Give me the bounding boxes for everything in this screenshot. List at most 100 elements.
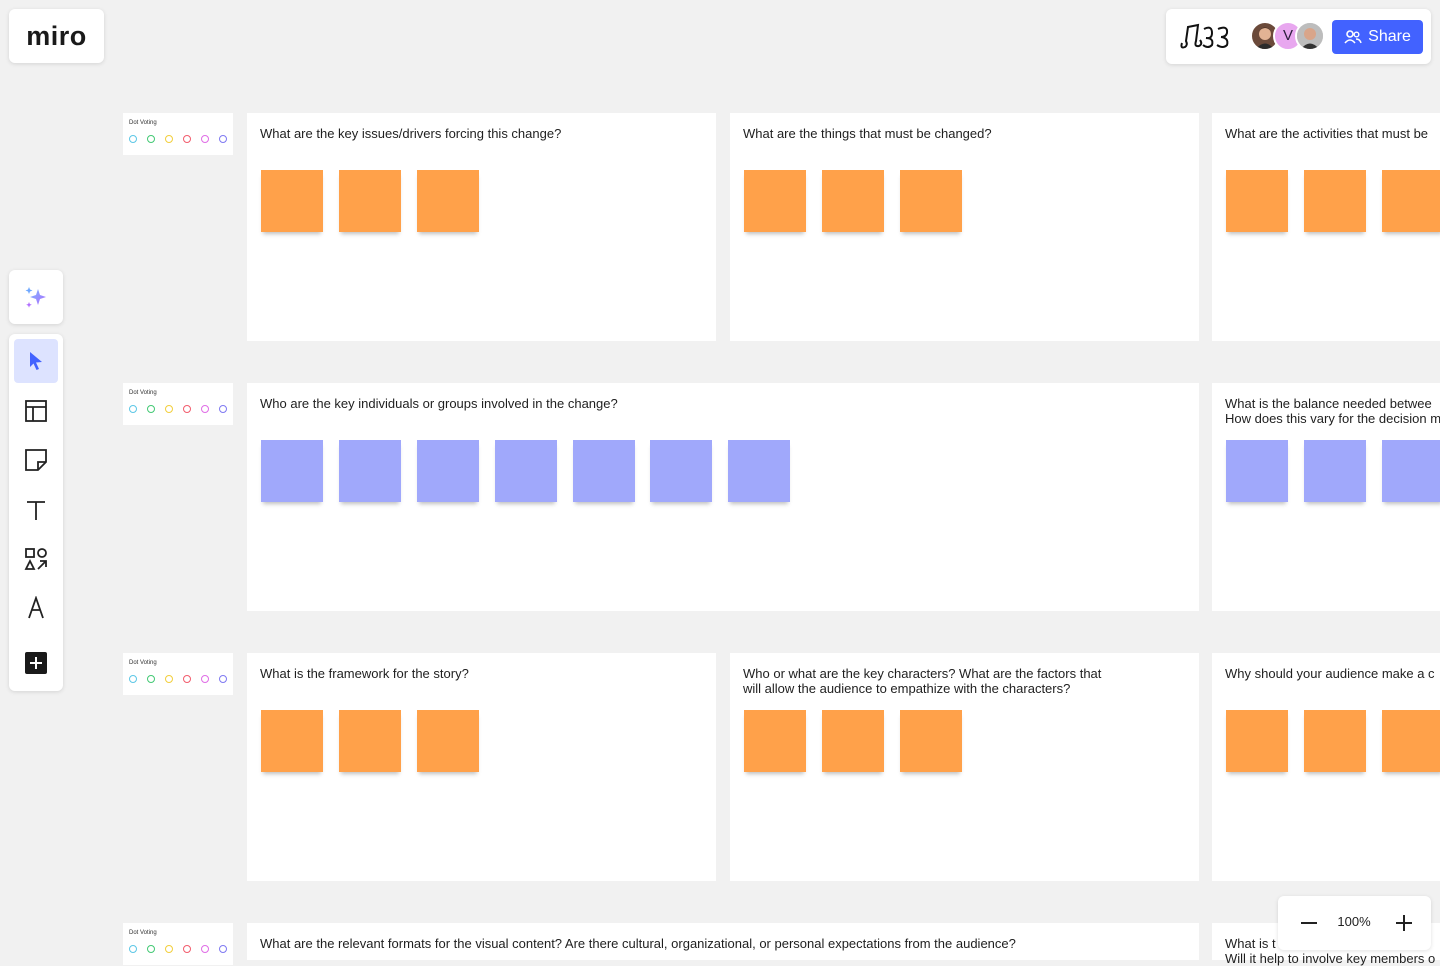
users-icon — [1344, 30, 1362, 44]
question-frame[interactable]: What is the balance needed betwee How do… — [1212, 383, 1440, 611]
dot-voting-widget[interactable]: Dot Voting — [123, 923, 233, 965]
vote-dot[interactable] — [129, 945, 137, 953]
vote-dot[interactable] — [165, 945, 173, 953]
zoom-level[interactable]: 100% — [1330, 914, 1378, 929]
select-cursor-icon — [30, 352, 42, 370]
vote-dot[interactable] — [147, 135, 155, 143]
dot-voting-label: Dot Voting — [129, 660, 157, 666]
vote-dot[interactable] — [147, 945, 155, 953]
zoom-out-icon[interactable] — [1297, 911, 1321, 935]
shapes-tool[interactable] — [14, 537, 58, 581]
question-frame[interactable]: Who are the key individuals or groups in… — [247, 383, 1199, 611]
sticky-note[interactable] — [261, 440, 323, 502]
question-frame[interactable]: What are the things that must be changed… — [730, 113, 1199, 341]
ai-assist-button[interactable] — [9, 270, 63, 324]
vote-dot[interactable] — [219, 405, 227, 413]
text-icon — [27, 501, 45, 520]
sticky-note[interactable] — [261, 170, 323, 232]
add-tool[interactable] — [14, 641, 58, 685]
vote-dot[interactable] — [183, 405, 191, 413]
sticky-note[interactable] — [1382, 710, 1440, 772]
share-button[interactable]: Share — [1332, 20, 1423, 54]
question-frame[interactable]: What are the activities that must be — [1212, 113, 1440, 341]
sticky-note-icon — [25, 449, 47, 471]
frame-question: What is the framework for the story? — [260, 666, 469, 681]
vote-dot[interactable] — [165, 135, 173, 143]
templates-tool[interactable] — [14, 389, 58, 433]
sticky-note[interactable] — [650, 440, 712, 502]
sticky-note[interactable] — [744, 710, 806, 772]
sticky-note-tool[interactable] — [14, 438, 58, 482]
dot-voting-widget[interactable]: Dot Voting — [123, 653, 233, 695]
question-frame[interactable]: What are the key issues/drivers forcing … — [247, 113, 716, 341]
vote-dot[interactable] — [129, 135, 137, 143]
vote-dot[interactable] — [129, 405, 137, 413]
vote-dot[interactable] — [201, 405, 209, 413]
vote-dot[interactable] — [183, 135, 191, 143]
sticky-note[interactable] — [900, 710, 962, 772]
sticky-note[interactable] — [822, 710, 884, 772]
frame-question: What are the key issues/drivers forcing … — [260, 126, 562, 141]
sticky-note[interactable] — [417, 170, 479, 232]
select-tool[interactable] — [14, 339, 58, 383]
sticky-note[interactable] — [900, 170, 962, 232]
vote-dot[interactable] — [219, 675, 227, 683]
sticky-note[interactable] — [339, 440, 401, 502]
vote-dot[interactable] — [165, 405, 173, 413]
sticky-note[interactable] — [417, 710, 479, 772]
board-logo-icon[interactable] — [1176, 21, 1232, 51]
vote-dot[interactable] — [219, 945, 227, 953]
frame-question: What are the things that must be changed… — [743, 126, 992, 141]
frame-question: What are the activities that must be — [1225, 126, 1429, 141]
sticky-note[interactable] — [728, 440, 790, 502]
vote-dot[interactable] — [201, 675, 209, 683]
question-frame[interactable]: Who or what are the key characters? What… — [730, 653, 1199, 881]
sticky-note[interactable] — [339, 710, 401, 772]
sticky-note[interactable] — [339, 170, 401, 232]
shapes-icon — [24, 548, 47, 570]
sticky-note[interactable] — [261, 710, 323, 772]
dot-voting-label: Dot Voting — [129, 120, 157, 126]
frame-question-line2: How does this vary for the decision m — [1225, 411, 1440, 426]
sticky-note[interactable] — [822, 170, 884, 232]
frame-question: Why should your audience make a c — [1225, 666, 1435, 681]
sticky-note[interactable] — [1226, 710, 1288, 772]
pen-tool[interactable] — [14, 586, 58, 630]
sticky-note[interactable] — [495, 440, 557, 502]
collaboration-panel: V Share — [1166, 9, 1431, 64]
avatar-user-3[interactable] — [1295, 21, 1325, 51]
text-tool[interactable] — [14, 488, 58, 532]
question-frame[interactable]: What are the relevant formats for the vi… — [247, 923, 1199, 960]
sticky-note[interactable] — [744, 170, 806, 232]
dot-voting-widget[interactable]: Dot Voting — [123, 113, 233, 155]
pen-icon — [28, 596, 44, 619]
miro-logo[interactable]: miro — [9, 9, 104, 63]
sticky-note[interactable] — [573, 440, 635, 502]
frame-question-line2: Will it help to involve key members o — [1225, 951, 1436, 966]
zoom-control: 100% — [1278, 896, 1431, 950]
vote-dot[interactable] — [201, 945, 209, 953]
zoom-in-icon[interactable] — [1392, 911, 1416, 935]
sticky-note[interactable] — [1304, 170, 1366, 232]
sticky-note[interactable] — [1382, 170, 1440, 232]
frame-question: Who are the key individuals or groups in… — [260, 396, 618, 411]
sticky-note[interactable] — [1226, 170, 1288, 232]
question-frame[interactable]: Why should your audience make a c — [1212, 653, 1440, 881]
sticky-note[interactable] — [1304, 710, 1366, 772]
vote-dot[interactable] — [147, 675, 155, 683]
sticky-note[interactable] — [1382, 440, 1440, 502]
vote-dot[interactable] — [201, 135, 209, 143]
share-label: Share — [1368, 28, 1411, 45]
sticky-note[interactable] — [1226, 440, 1288, 502]
dot-voting-widget[interactable]: Dot Voting — [123, 383, 233, 425]
vote-dot[interactable] — [147, 405, 155, 413]
question-frame[interactable]: What is the framework for the story? — [247, 653, 716, 881]
vote-dot[interactable] — [165, 675, 173, 683]
vote-dot[interactable] — [129, 675, 137, 683]
dot-voting-label: Dot Voting — [129, 390, 157, 396]
vote-dot[interactable] — [183, 945, 191, 953]
sticky-note[interactable] — [1304, 440, 1366, 502]
vote-dot[interactable] — [219, 135, 227, 143]
vote-dot[interactable] — [183, 675, 191, 683]
sticky-note[interactable] — [417, 440, 479, 502]
